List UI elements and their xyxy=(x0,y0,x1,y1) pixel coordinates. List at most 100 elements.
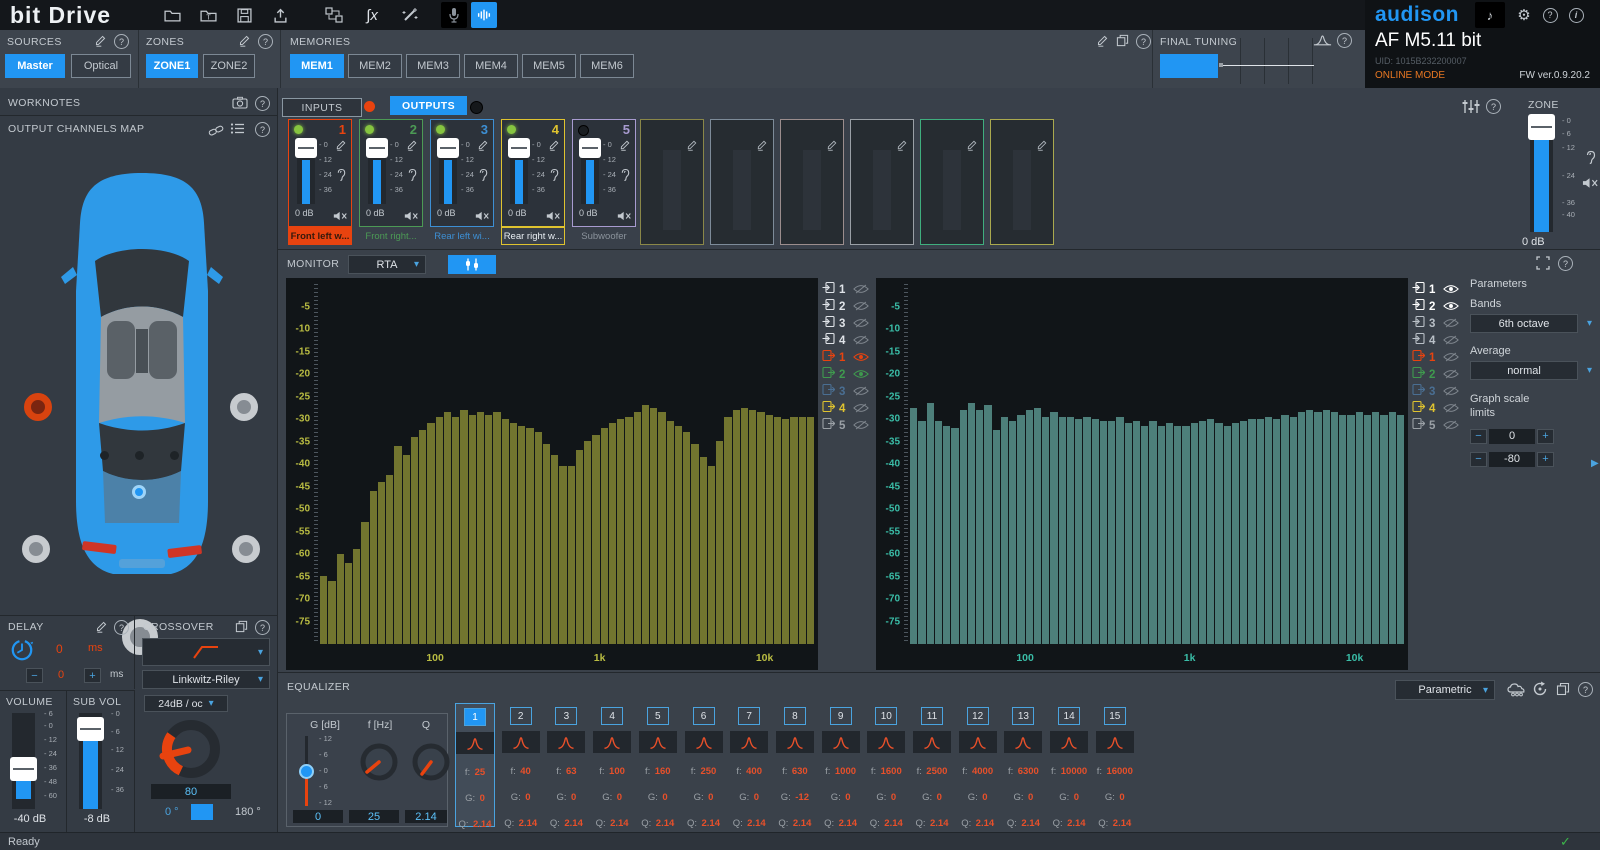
help-icon[interactable]: ? xyxy=(1537,2,1563,28)
channel-listen-ear-icon[interactable] xyxy=(549,168,560,187)
channel-mute-icon[interactable] xyxy=(546,208,561,226)
channel-listen-ear-icon[interactable] xyxy=(620,168,631,187)
eye-off-icon[interactable] xyxy=(1443,366,1459,384)
bell-curve-icon[interactable] xyxy=(685,731,723,753)
eye-off-icon[interactable] xyxy=(853,281,869,299)
channel-label[interactable]: Front left w... xyxy=(288,227,352,245)
camera-icon[interactable] xyxy=(232,96,248,114)
eye-icon[interactable] xyxy=(853,366,869,384)
zones-edit-icon[interactable] xyxy=(238,34,251,52)
eq-band-number-button[interactable]: 9 xyxy=(830,707,852,725)
fx-icon[interactable]: ∫x xyxy=(359,2,385,28)
channel-fader-handle[interactable] xyxy=(579,138,601,158)
tab-outputs[interactable]: OUTPUTS xyxy=(390,96,467,115)
delay-clock-icon[interactable] xyxy=(10,638,34,667)
eye-off-icon[interactable] xyxy=(853,315,869,333)
channel-label[interactable]: Rear left wi... xyxy=(430,227,494,245)
eq-reset-icon[interactable] xyxy=(1532,681,1548,702)
empty-channel-slot[interactable] xyxy=(640,119,704,245)
eye-off-icon[interactable] xyxy=(853,383,869,401)
delay-help-icon[interactable]: ? xyxy=(114,620,129,635)
delay-edit-icon[interactable] xyxy=(95,620,108,638)
volume-fader-handle[interactable] xyxy=(10,757,37,781)
eye-icon[interactable] xyxy=(1443,298,1459,316)
channel-fader-handle[interactable] xyxy=(366,138,388,158)
empty-channel-slot[interactable] xyxy=(780,119,844,245)
delay-plus-button[interactable]: + xyxy=(84,668,101,683)
settings-gear-icon[interactable]: ⚙ xyxy=(1511,2,1537,28)
bands-dropdown[interactable]: 6th octave▾ xyxy=(1470,314,1578,333)
channel-edit-icon[interactable] xyxy=(619,138,631,156)
filter-shape-dropdown[interactable]: ▾ xyxy=(142,638,270,666)
slope-dropdown[interactable]: 24dB / oc▾ xyxy=(144,695,228,712)
eq-band-number-button[interactable]: 8 xyxy=(784,707,806,725)
eq-band-number-button[interactable]: 4 xyxy=(601,707,623,725)
eye-off-icon[interactable] xyxy=(853,332,869,350)
empty-channel-slot[interactable] xyxy=(990,119,1054,245)
bell-curve-icon[interactable] xyxy=(1096,731,1134,753)
bell-curve-icon[interactable] xyxy=(822,731,860,753)
channel-power-led[interactable] xyxy=(436,125,445,134)
sub-fader-handle[interactable] xyxy=(77,717,104,741)
memory-button-mem4[interactable]: MEM4 xyxy=(464,54,518,78)
eq-band-number-button[interactable]: 14 xyxy=(1058,707,1080,725)
bell-curve-icon[interactable] xyxy=(959,731,997,753)
bell-curve-icon[interactable] xyxy=(639,731,677,753)
eq-band-number-button[interactable]: 5 xyxy=(647,707,669,725)
memory-button-mem3[interactable]: MEM3 xyxy=(406,54,460,78)
link-channels-icon[interactable] xyxy=(208,123,224,141)
q-knob[interactable] xyxy=(409,740,453,784)
channel-fader-handle[interactable] xyxy=(508,138,530,158)
source-button-optical[interactable]: Optical xyxy=(71,54,131,78)
channel-label[interactable]: Front right... xyxy=(359,227,423,245)
eq-mode-dropdown[interactable]: Parametric▾ xyxy=(1395,680,1495,700)
channel-mute-icon[interactable] xyxy=(333,208,348,226)
eq-band-number-button[interactable]: 3 xyxy=(555,707,577,725)
tab-inputs[interactable]: INPUTS xyxy=(282,98,362,117)
channel-edit-icon[interactable] xyxy=(548,138,560,156)
eye-off-icon[interactable] xyxy=(853,298,869,316)
fullscreen-icon[interactable] xyxy=(1536,256,1550,275)
average-dropdown[interactable]: normal▾ xyxy=(1470,361,1578,380)
wizard-wand-icon[interactable] xyxy=(397,2,423,28)
limit-bottom-plus-button[interactable]: + xyxy=(1537,452,1554,467)
channel-listen-ear-icon[interactable] xyxy=(478,168,489,187)
filter-type-dropdown[interactable]: Linkwitz-Riley▾ xyxy=(142,670,270,689)
channel-fader-handle[interactable] xyxy=(295,138,317,158)
listening-point[interactable] xyxy=(132,485,146,499)
memories-edit-icon[interactable] xyxy=(1096,34,1109,52)
mixer-sliders-icon[interactable] xyxy=(1462,99,1480,119)
monitor-help-icon[interactable]: ? xyxy=(1558,256,1573,271)
delay-minus-button[interactable]: − xyxy=(26,668,43,683)
link-memories-icon[interactable] xyxy=(1506,682,1528,702)
final-tuning-button[interactable] xyxy=(1160,54,1218,78)
eq-band-number-button[interactable]: 15 xyxy=(1104,707,1126,725)
channel-power-led[interactable] xyxy=(507,125,516,134)
export-icon[interactable] xyxy=(267,2,293,28)
eye-off-icon[interactable] xyxy=(1443,349,1459,367)
template-folder-icon[interactable]: T xyxy=(195,2,221,28)
eye-off-icon[interactable] xyxy=(853,400,869,418)
channel-edit-icon[interactable] xyxy=(335,138,347,156)
side-expander-arrow[interactable]: ▶ xyxy=(1591,458,1599,469)
microphone-button[interactable] xyxy=(441,2,467,28)
sources-help-icon[interactable]: ? xyxy=(114,34,129,49)
eq-band-number-button[interactable]: 13 xyxy=(1012,707,1034,725)
eq-band-number-button[interactable]: 11 xyxy=(921,707,943,725)
channel-label[interactable]: Subwoofer xyxy=(572,227,636,245)
eq-band-number-button[interactable]: 12 xyxy=(967,707,989,725)
channel-mute-icon[interactable] xyxy=(404,208,419,226)
bell-curve-icon[interactable] xyxy=(547,731,585,753)
channel-mute-icon[interactable] xyxy=(617,208,632,226)
eye-icon[interactable] xyxy=(853,349,869,367)
memory-button-mem5[interactable]: MEM5 xyxy=(522,54,576,78)
info-icon[interactable]: i xyxy=(1563,2,1589,28)
zone-button-zone2[interactable]: ZONE2 xyxy=(203,54,255,78)
routing-icon[interactable] xyxy=(321,2,347,28)
eq-band-number-button[interactable]: 7 xyxy=(738,707,760,725)
channel-edit-icon[interactable] xyxy=(477,138,489,156)
eq-band-number-button[interactable]: 10 xyxy=(875,707,897,725)
empty-channel-slot[interactable] xyxy=(710,119,774,245)
speaker-rear-right[interactable] xyxy=(232,535,260,563)
gain-slider-handle[interactable] xyxy=(299,764,314,779)
